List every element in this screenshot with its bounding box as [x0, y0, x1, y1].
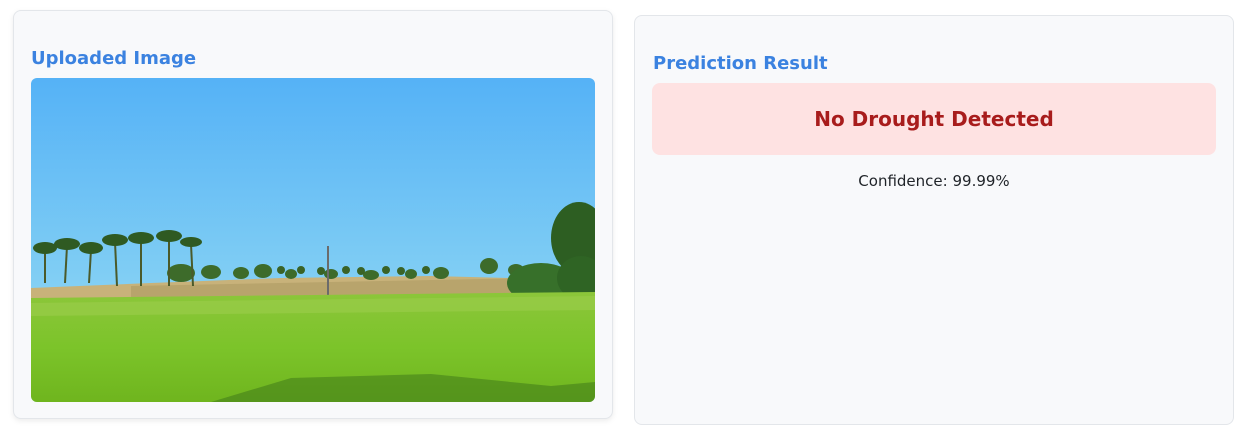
- prediction-result-card: Prediction Result No Drought Detected Co…: [634, 15, 1234, 425]
- uploaded-image-card: Uploaded Image: [13, 10, 613, 419]
- confidence-label: Confidence:: [858, 172, 948, 190]
- prediction-label: No Drought Detected: [814, 107, 1054, 131]
- uploaded-image: [31, 78, 595, 402]
- prediction-result-title: Prediction Result: [653, 53, 828, 74]
- prediction-banner: No Drought Detected: [652, 83, 1216, 155]
- uploaded-image-title: Uploaded Image: [31, 48, 197, 69]
- confidence-value: 99.99%: [952, 172, 1010, 190]
- confidence-readout: Confidence: 99.99%: [635, 172, 1233, 190]
